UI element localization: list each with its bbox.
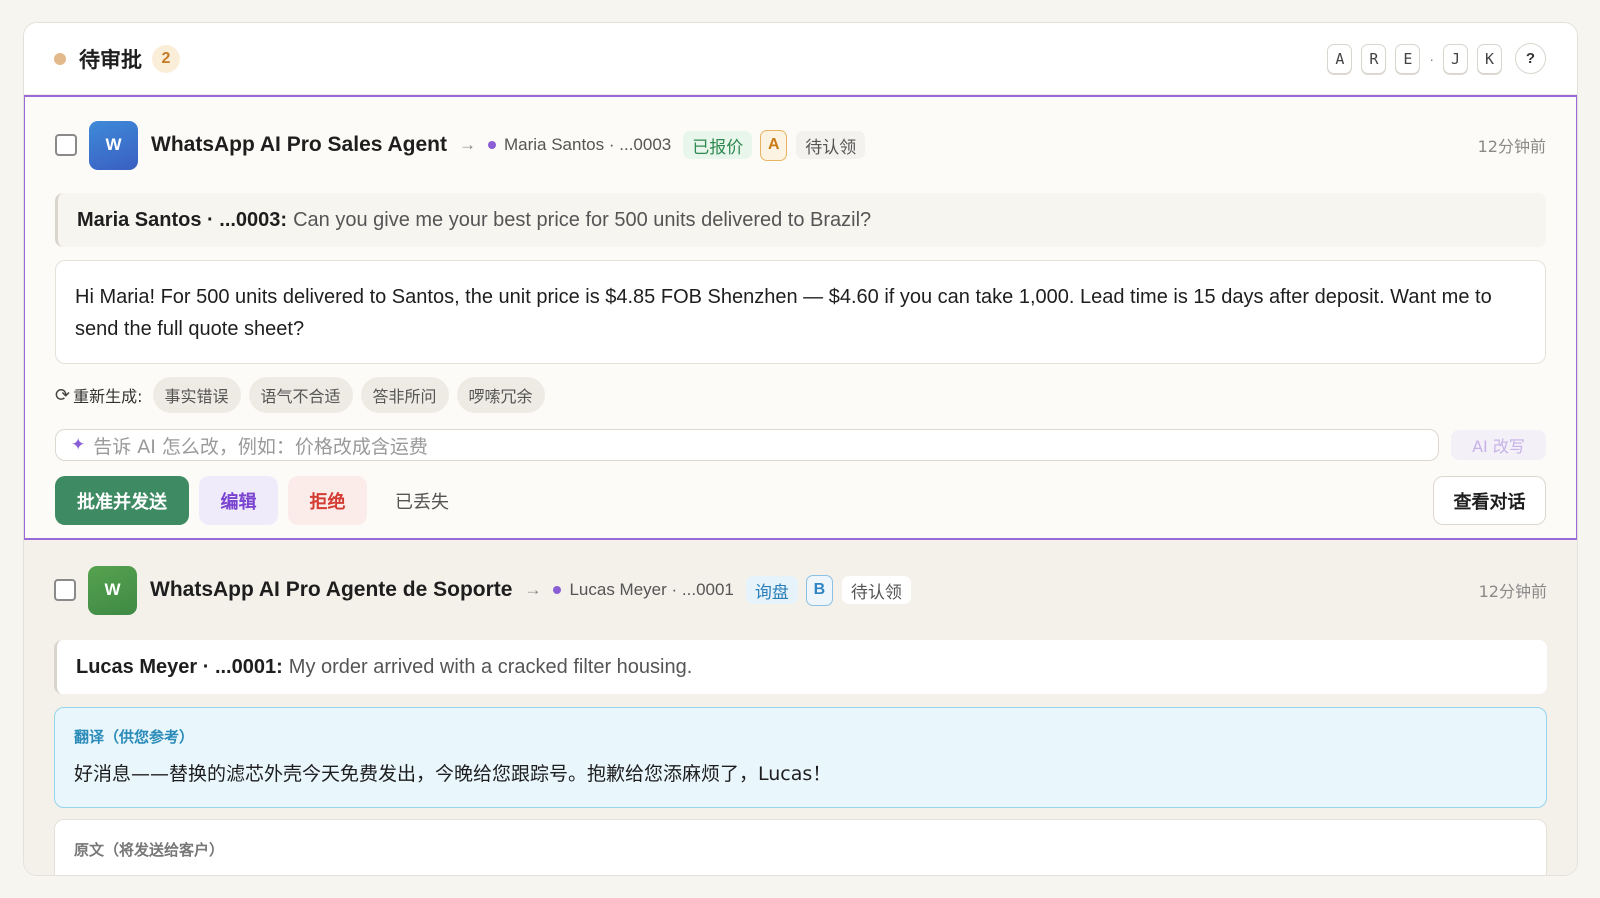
agent-avatar: W xyxy=(88,565,137,615)
arrow-right-icon: → xyxy=(524,580,542,599)
translation-label: 翻译（供您参考） xyxy=(74,728,195,746)
agent-avatar: W xyxy=(89,120,138,170)
claim-status-badge[interactable]: 待认领 xyxy=(841,576,911,604)
translation-text: 好消息——替换的滤芯外壳今天免费发出，今晚给您跟踪号。抱歉给您添麻烦了，Luca… xyxy=(74,763,832,785)
card-header: W WhatsApp AI Pro Sales Agent → Maria Sa… xyxy=(55,97,1546,193)
regenerate-label: ⟳ 重新生成: xyxy=(55,383,143,407)
help-button[interactable]: ? xyxy=(1515,43,1546,74)
shortcut-prev-key[interactable]: K xyxy=(1477,43,1502,74)
arrow-right-icon: → xyxy=(458,135,476,154)
ai-instruction-placeholder: 告诉 AI 怎么改，例如：价格改成含运费 xyxy=(93,435,428,458)
panel-header: 待审批 2 A R E · J K ? xyxy=(24,23,1577,95)
timestamp: 12分钟前 xyxy=(1477,137,1546,156)
regenerate-row: ⟳ 重新生成: 事实错误 语气不合适 答非所问 啰嗦冗余 xyxy=(55,375,1546,415)
message-sender: Lucas Meyer · ...0001: xyxy=(76,655,283,678)
ai-rewrite-button[interactable]: AI 改写 xyxy=(1451,430,1546,460)
mark-lost-button[interactable]: 已丢失 xyxy=(377,476,467,525)
stage-badge: 询盘 xyxy=(745,576,798,604)
ai-instruction-input[interactable]: ✦ 告诉 AI 怎么改，例如：价格改成含运费 xyxy=(55,429,1439,461)
approval-card[interactable]: W WhatsApp AI Pro Agente de Soporte → Lu… xyxy=(24,540,1577,875)
customer-message: Maria Santos · ...0003: Can you give me … xyxy=(55,193,1546,247)
refresh-icon: ⟳ xyxy=(55,384,71,406)
regenerate-label-text: 重新生成: xyxy=(73,387,143,406)
customer-message: Lucas Meyer · ...0001: My order arrived … xyxy=(54,640,1547,694)
draft-reply[interactable]: Hi Maria! For 500 units delivered to San… xyxy=(55,260,1546,364)
shortcut-approve-key[interactable]: A xyxy=(1327,43,1353,74)
contact-name[interactable]: Maria Santos · ...0003 xyxy=(504,135,671,155)
original-label: 原文（将发送给客户） xyxy=(74,841,225,859)
sparkle-icon: ✦ xyxy=(71,435,86,455)
view-conversation-button[interactable]: 查看对话 xyxy=(1433,476,1546,525)
agent-name: WhatsApp AI Pro Sales Agent xyxy=(151,133,447,156)
regen-chip-factual-error[interactable]: 事实错误 xyxy=(152,377,241,413)
regen-chip-tone[interactable]: 语气不合适 xyxy=(248,377,353,413)
message-sender: Maria Santos · ...0003: xyxy=(77,208,288,231)
shortcut-reject-key[interactable]: R xyxy=(1361,43,1387,74)
reject-button[interactable]: 拒绝 xyxy=(288,476,367,525)
pending-status-dot xyxy=(54,52,66,65)
card-header: W WhatsApp AI Pro Agente de Soporte → Lu… xyxy=(54,540,1547,640)
page-title: 待审批 xyxy=(79,47,142,72)
shortcut-edit-key[interactable]: E xyxy=(1395,43,1421,74)
message-text: Can you give me your best price for 500 … xyxy=(293,208,872,231)
stage-badge: 已报价 xyxy=(683,131,753,159)
regen-chip-verbose[interactable]: 啰嗦冗余 xyxy=(456,377,545,413)
agent-name: WhatsApp AI Pro Agente de Soporte xyxy=(150,578,513,601)
select-checkbox[interactable] xyxy=(54,579,76,601)
select-checkbox[interactable] xyxy=(55,134,77,156)
pending-count-badge: 2 xyxy=(152,44,180,73)
timestamp: 12分钟前 xyxy=(1478,582,1547,601)
approval-card[interactable]: W WhatsApp AI Pro Sales Agent → Maria Sa… xyxy=(24,95,1577,540)
shortcut-next-key[interactable]: J xyxy=(1443,43,1468,74)
translation-box: 翻译（供您参考） 好消息——替换的滤芯外壳今天免费发出，今晚给您跟踪号。抱歉给您… xyxy=(54,707,1547,808)
shortcut-separator: · xyxy=(1429,50,1434,67)
message-text: My order arrived with a cracked filter h… xyxy=(288,655,693,678)
grade-badge: A xyxy=(760,129,788,161)
contact-status-dot xyxy=(553,586,562,594)
regen-chip-off-topic[interactable]: 答非所问 xyxy=(360,377,449,413)
action-row: 批准并发送 编辑 拒绝 已丢失 查看对话 xyxy=(55,476,1546,525)
contact-status-dot xyxy=(487,141,496,149)
original-text-box[interactable]: 原文（将发送给客户） xyxy=(54,819,1547,875)
grade-badge: B xyxy=(805,574,833,606)
edit-button[interactable]: 编辑 xyxy=(199,476,278,525)
claim-status-badge[interactable]: 待认领 xyxy=(796,131,866,159)
contact-name[interactable]: Lucas Meyer · ...0001 xyxy=(569,580,733,600)
approve-send-button[interactable]: 批准并发送 xyxy=(55,476,189,525)
approval-panel: 待审批 2 A R E · J K ? W WhatsApp AI Pro Sa… xyxy=(23,22,1578,876)
ai-rewrite-row: ✦ 告诉 AI 怎么改，例如：价格改成含运费 AI 改写 xyxy=(55,429,1546,461)
